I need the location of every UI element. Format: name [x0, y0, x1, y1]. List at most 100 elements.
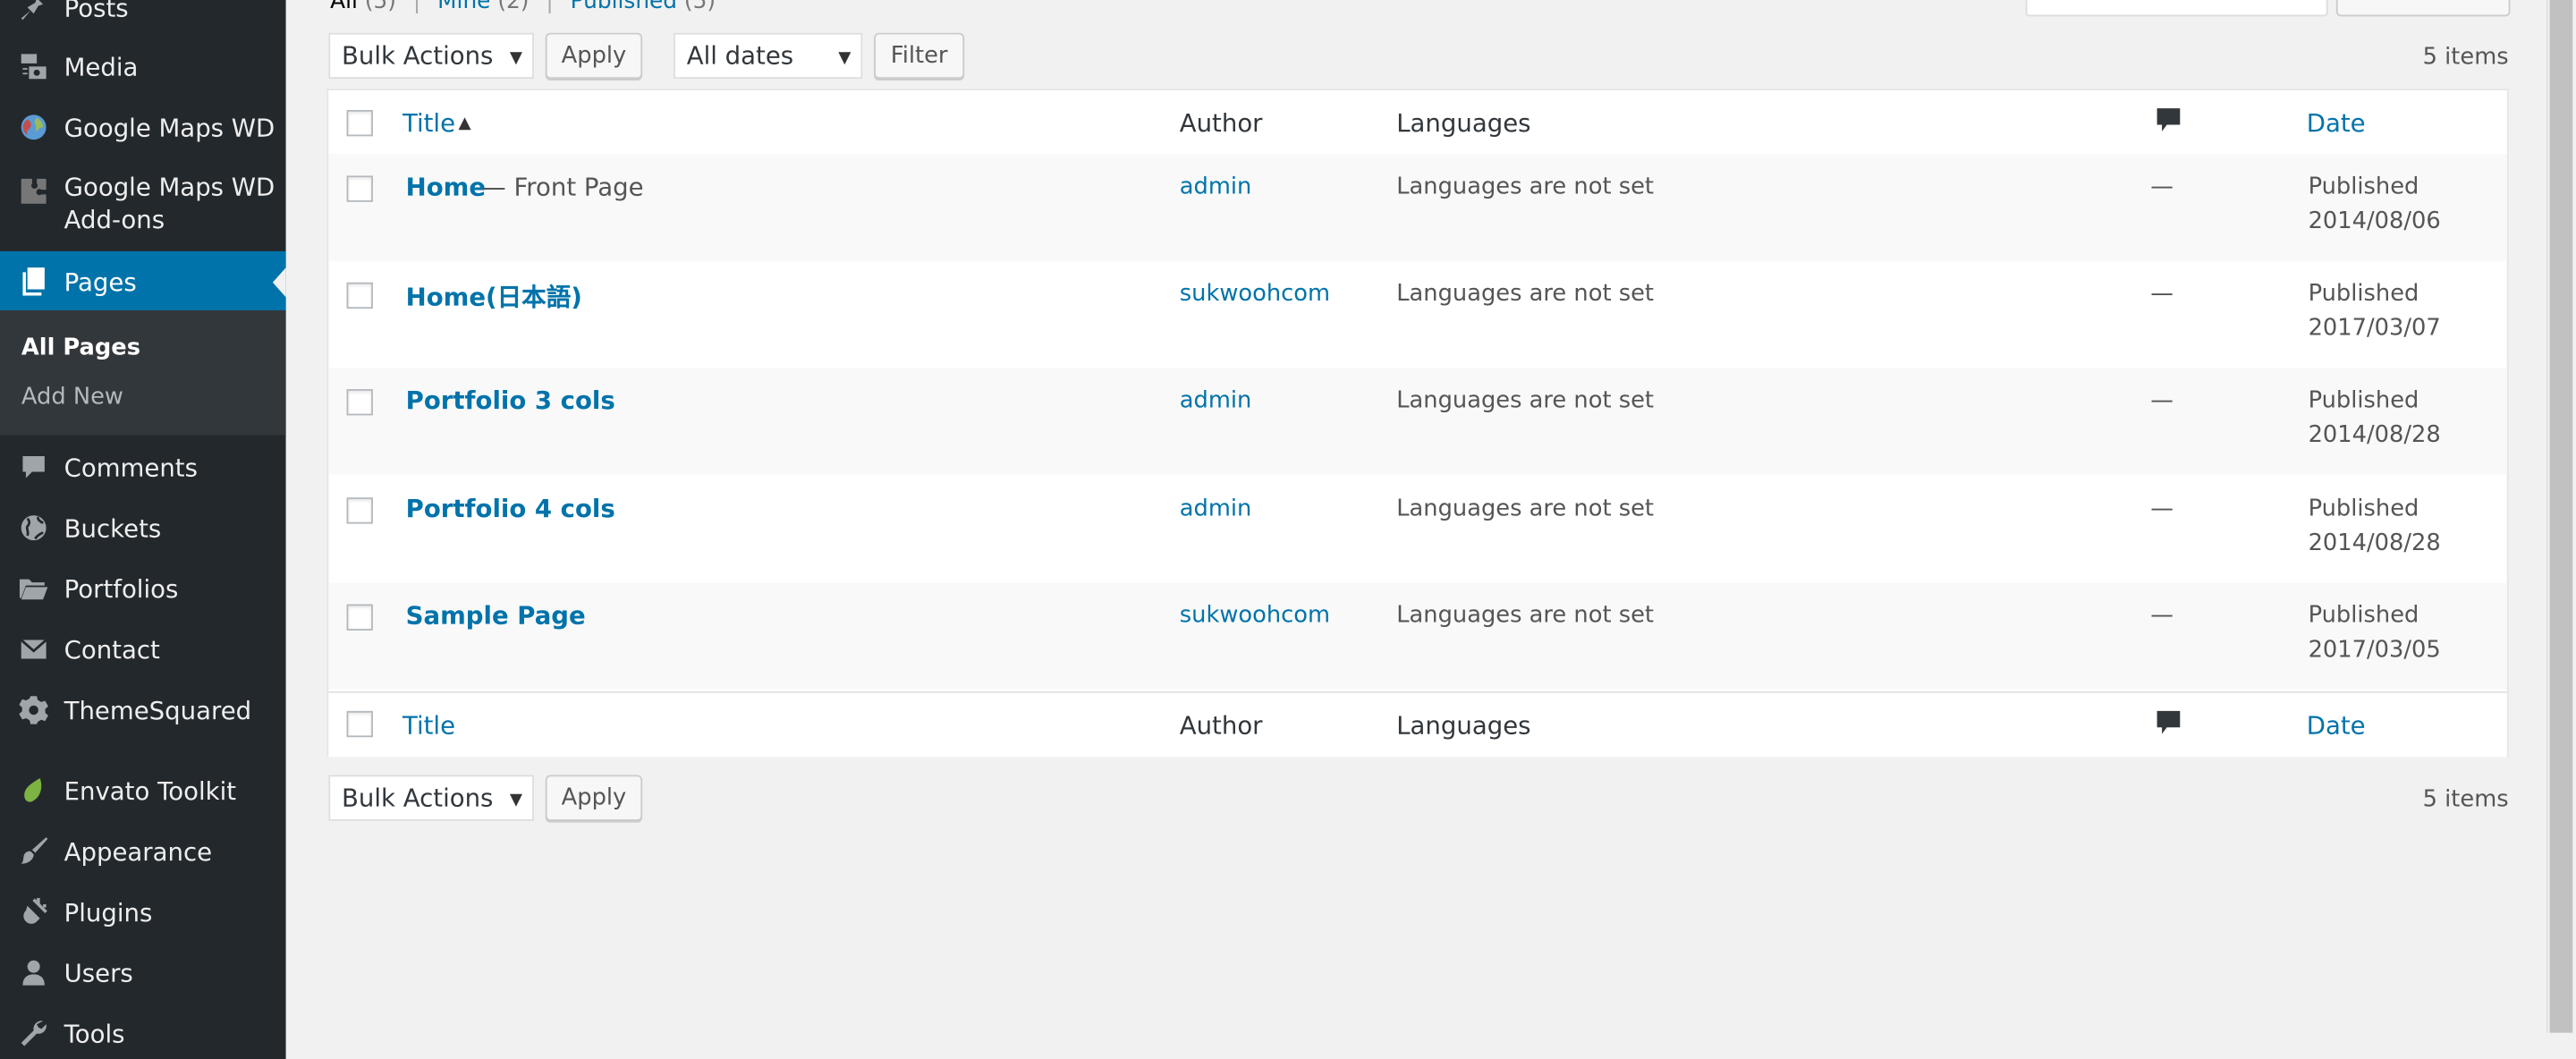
- search-input[interactable]: [2025, 0, 2328, 17]
- sidebar-item-label: Pages: [64, 267, 137, 297]
- comment-icon[interactable]: [2156, 106, 2182, 132]
- view-published-link[interactable]: Published: [571, 0, 677, 15]
- row-checkbox[interactable]: [346, 175, 373, 202]
- sidebar-item-plugins[interactable]: Plugins: [0, 882, 286, 943]
- pages-table: Title ▲ Author Languages Date Home — Fro…: [326, 89, 2509, 758]
- sidebar-item-portfolios[interactable]: Portfolios: [0, 558, 286, 619]
- row-title-link[interactable]: Portfolio 3 cols: [406, 385, 615, 415]
- row-title-link[interactable]: Sample Page: [406, 601, 586, 631]
- sidebar-item-label: Media: [64, 51, 139, 81]
- view-published-count: (5): [683, 0, 716, 15]
- bulk-actions-select-top[interactable]: Bulk Actions ▼: [328, 32, 534, 80]
- folder-icon: [16, 572, 49, 606]
- sidebar-item-contact[interactable]: Contact: [0, 619, 286, 680]
- submenu-all-pages[interactable]: All Pages: [21, 335, 140, 360]
- sidebar-item-envato-toolkit[interactable]: Envato Toolkit: [0, 760, 286, 821]
- select-all-checkbox-footer[interactable]: [346, 710, 373, 738]
- row-author-link[interactable]: sukwoohcom: [1180, 281, 1330, 307]
- sidebar-item-label: Comments: [64, 452, 198, 482]
- sidebar-item-buckets[interactable]: Buckets: [0, 497, 286, 558]
- sidebar-item-label: Buckets: [64, 513, 162, 543]
- column-title-sort-footer[interactable]: Title: [402, 711, 455, 741]
- view-all-link[interactable]: All: [330, 0, 358, 15]
- sidebar-item-google-maps-wd[interactable]: Google Maps WD: [0, 97, 286, 157]
- sidebar-item-posts[interactable]: Posts: [0, 0, 286, 38]
- globe-icon: [16, 512, 49, 545]
- table-header: Title ▲ Author Languages Date: [328, 89, 2507, 157]
- sidebar-item-label: Google Maps WD: [64, 112, 275, 142]
- sidebar-item-media[interactable]: Media: [0, 36, 286, 97]
- sidebar-item-pages[interactable]: Pages: [0, 250, 286, 312]
- row-date-status: Published: [2308, 387, 2419, 414]
- column-author-footer: Author: [1179, 710, 1263, 741]
- apply-button-bottom[interactable]: Apply: [545, 775, 643, 821]
- row-title-link[interactable]: Home(日本語): [406, 279, 582, 314]
- column-date-sort-footer[interactable]: Date: [2307, 711, 2366, 741]
- view-filters: All (5) | Mine (2) | Published (5): [330, 0, 716, 15]
- sidebar-item-label: Posts: [64, 0, 129, 22]
- leaf-icon: [16, 775, 49, 808]
- sidebar-item-themesquared[interactable]: ThemeSquared: [0, 680, 286, 741]
- row-checkbox[interactable]: [346, 497, 373, 524]
- row-author-link[interactable]: sukwoohcom: [1180, 603, 1330, 629]
- dropdown-arrow-icon: ▼: [509, 49, 523, 68]
- column-title-sort[interactable]: Title: [402, 108, 455, 138]
- bulk-actions-value: Bulk Actions: [342, 783, 494, 813]
- bulk-actions-value: Bulk Actions: [342, 40, 494, 71]
- date-filter-value: All dates: [686, 40, 794, 71]
- row-comments: —: [2150, 280, 2174, 308]
- media-icon: [16, 50, 49, 83]
- row-author-link[interactable]: admin: [1180, 496, 1252, 521]
- view-separator: |: [412, 0, 421, 15]
- row-checkbox[interactable]: [346, 389, 373, 416]
- column-languages-footer: Languages: [1396, 710, 1531, 741]
- plug-icon: [16, 895, 49, 928]
- row-date: 2014/08/28: [2308, 530, 2441, 557]
- sidebar-item-comments[interactable]: Comments: [0, 436, 286, 497]
- gear-icon: [16, 694, 49, 727]
- column-languages: Languages: [1396, 108, 1531, 139]
- globe-icon: [16, 111, 49, 144]
- row-comments: —: [2150, 496, 2174, 522]
- row-title-link[interactable]: Home: [406, 173, 486, 202]
- row-author-link[interactable]: admin: [1180, 387, 1252, 413]
- row-date: 2014/08/28: [2308, 421, 2441, 449]
- submenu-add-new[interactable]: Add New: [21, 385, 123, 411]
- search-button[interactable]: [2335, 0, 2511, 17]
- puzzle-icon: [16, 174, 49, 208]
- sidebar-item-label: Google Maps WD Add-ons: [64, 172, 275, 235]
- table-row: Portfolio 4 cols admin Languages are not…: [328, 476, 2506, 582]
- sidebar-item-google-maps-wd-addons[interactable]: Google Maps WD Add-ons: [0, 171, 286, 246]
- view-mine-count: (2): [497, 0, 530, 15]
- user-icon: [16, 956, 49, 989]
- row-checkbox[interactable]: [346, 282, 373, 309]
- view-mine-link[interactable]: Mine: [437, 0, 490, 15]
- row-date: 2017/03/05: [2308, 637, 2441, 664]
- row-languages: Languages are not set: [1396, 387, 1655, 414]
- column-date-sort[interactable]: Date: [2307, 108, 2366, 138]
- comment-icon[interactable]: [2156, 709, 2182, 735]
- page-scrollbar-thumb[interactable]: [2549, 0, 2573, 1033]
- sidebar-item-tools[interactable]: Tools: [0, 1004, 286, 1059]
- bulk-actions-select-bottom[interactable]: Bulk Actions ▼: [328, 775, 534, 821]
- comment-icon: [16, 451, 49, 484]
- sidebar-item-users[interactable]: Users: [0, 943, 286, 1004]
- sidebar-item-label: Appearance: [64, 836, 213, 867]
- row-checkbox[interactable]: [346, 604, 373, 631]
- sidebar-item-appearance[interactable]: Appearance: [0, 821, 286, 882]
- row-author-link[interactable]: admin: [1180, 174, 1252, 200]
- table-row: Portfolio 3 cols admin Languages are not…: [328, 368, 2507, 475]
- sidebar-item-label: ThemeSquared: [64, 695, 252, 725]
- row-languages: Languages are not set: [1396, 280, 1655, 308]
- select-all-checkbox[interactable]: [346, 109, 373, 137]
- sidebar-item-label: Users: [64, 958, 133, 988]
- table-row: Sample Page sukwoohcom Languages are not…: [328, 582, 2507, 690]
- pages-icon: [16, 265, 49, 298]
- apply-button-top[interactable]: Apply: [545, 32, 643, 80]
- row-title-link[interactable]: Portfolio 4 cols: [406, 495, 615, 524]
- view-separator: |: [546, 0, 554, 15]
- filter-button[interactable]: Filter: [874, 32, 965, 80]
- items-count-top: 5 items: [2422, 44, 2509, 71]
- date-filter-select[interactable]: All dates ▼: [674, 32, 863, 80]
- sidebar-item-label: Tools: [64, 1019, 125, 1049]
